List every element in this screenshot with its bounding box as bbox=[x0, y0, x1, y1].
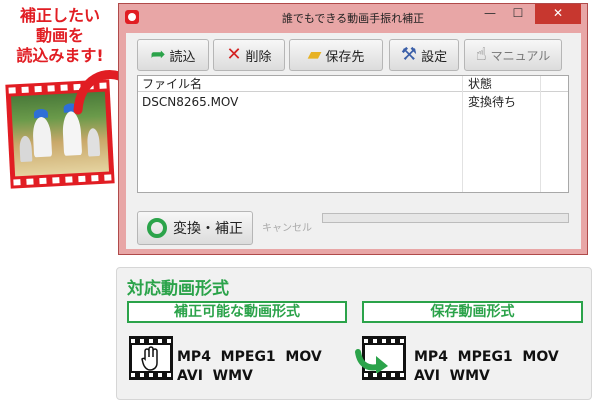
input-formats-list: MP4 MPEG1 MOV AVI WMV bbox=[177, 348, 322, 386]
file-list[interactable]: ファイル名 状態 DSCN8265.MOV 変換待ち bbox=[137, 75, 569, 193]
output-formats-line-1: MP4 MPEG1 MOV bbox=[414, 349, 559, 365]
minimize-button[interactable]: — bbox=[477, 4, 503, 24]
supported-formats-panel: 対応動画形式 補正可能な動画形式 保存動画形式 MP4 MPEG1 MOV AV… bbox=[116, 267, 592, 400]
tools-icon: ⚒ bbox=[400, 44, 418, 65]
input-formats-line-2: AVI WMV bbox=[177, 368, 253, 384]
cancel-button[interactable]: キャンセル bbox=[256, 217, 318, 241]
formats-title: 対応動画形式 bbox=[127, 279, 229, 299]
maximize-button[interactable]: ☐ bbox=[505, 4, 531, 24]
output-formats-line-2: AVI WMV bbox=[414, 368, 490, 384]
column-header-status[interactable]: 状態 bbox=[468, 76, 492, 92]
arrow-right-icon: ➦ bbox=[150, 44, 166, 65]
output-formats-list: MP4 MPEG1 MOV AVI WMV bbox=[414, 348, 559, 386]
file-status-cell: 変換待ち bbox=[468, 95, 517, 109]
toolbar: ➦ 読込 ✕ 削除 ▰ 保存先 ⚒ 設定 ☝ マニュアル bbox=[126, 33, 581, 77]
manual-label: マニュアル bbox=[490, 48, 551, 63]
load-label: 読込 bbox=[169, 49, 196, 65]
convert-button[interactable]: 変換・補正 bbox=[137, 211, 253, 245]
convert-label: 変換・補正 bbox=[173, 221, 243, 237]
promo-line-2: 動画を bbox=[35, 26, 84, 45]
film-save-arrow-icon bbox=[355, 336, 406, 380]
hand-pointer-icon: ☝ bbox=[475, 44, 487, 65]
delete-label: 削除 bbox=[245, 49, 272, 65]
folder-icon: ▰ bbox=[307, 44, 322, 65]
load-button[interactable]: ➦ 読込 bbox=[137, 39, 209, 71]
file-name-cell: DSCN8265.MOV bbox=[142, 95, 239, 109]
save-destination-label: 保存先 bbox=[325, 49, 365, 65]
file-list-row[interactable]: DSCN8265.MOV 変換待ち bbox=[138, 94, 568, 110]
app-window: 誰でもできる動画手振れ補正 — ☐ ✕ ➦ 読込 ✕ 削除 ▰ 保存先 ⚒ 設定 bbox=[118, 3, 588, 255]
progress-bar bbox=[322, 213, 569, 223]
input-formats-line-1: MP4 MPEG1 MOV bbox=[177, 349, 322, 365]
manual-button[interactable]: ☝ マニュアル bbox=[464, 39, 562, 71]
save-destination-button[interactable]: ▰ 保存先 bbox=[289, 39, 383, 71]
delete-button[interactable]: ✕ 削除 bbox=[213, 39, 285, 71]
ring-icon bbox=[147, 218, 167, 238]
client-area: ➦ 読込 ✕ 削除 ▰ 保存先 ⚒ 設定 ☝ マニュアル ファイル名 状態 DS… bbox=[126, 33, 581, 249]
x-icon: ✕ bbox=[226, 44, 242, 65]
close-button[interactable]: ✕ bbox=[535, 4, 581, 24]
file-list-header: ファイル名 状態 bbox=[138, 76, 568, 92]
settings-button[interactable]: ⚒ 設定 bbox=[389, 39, 459, 71]
title-bar[interactable]: 誰でもできる動画手振れ補正 — ☐ ✕ bbox=[119, 4, 587, 32]
column-header-filename[interactable]: ファイル名 bbox=[142, 76, 202, 92]
film-hand-icon bbox=[129, 336, 173, 380]
input-formats-heading: 補正可能な動画形式 bbox=[127, 301, 347, 323]
settings-label: 設定 bbox=[421, 49, 448, 65]
promo-line-1: 補正したい bbox=[19, 6, 100, 25]
output-formats-heading: 保存動画形式 bbox=[362, 301, 583, 323]
